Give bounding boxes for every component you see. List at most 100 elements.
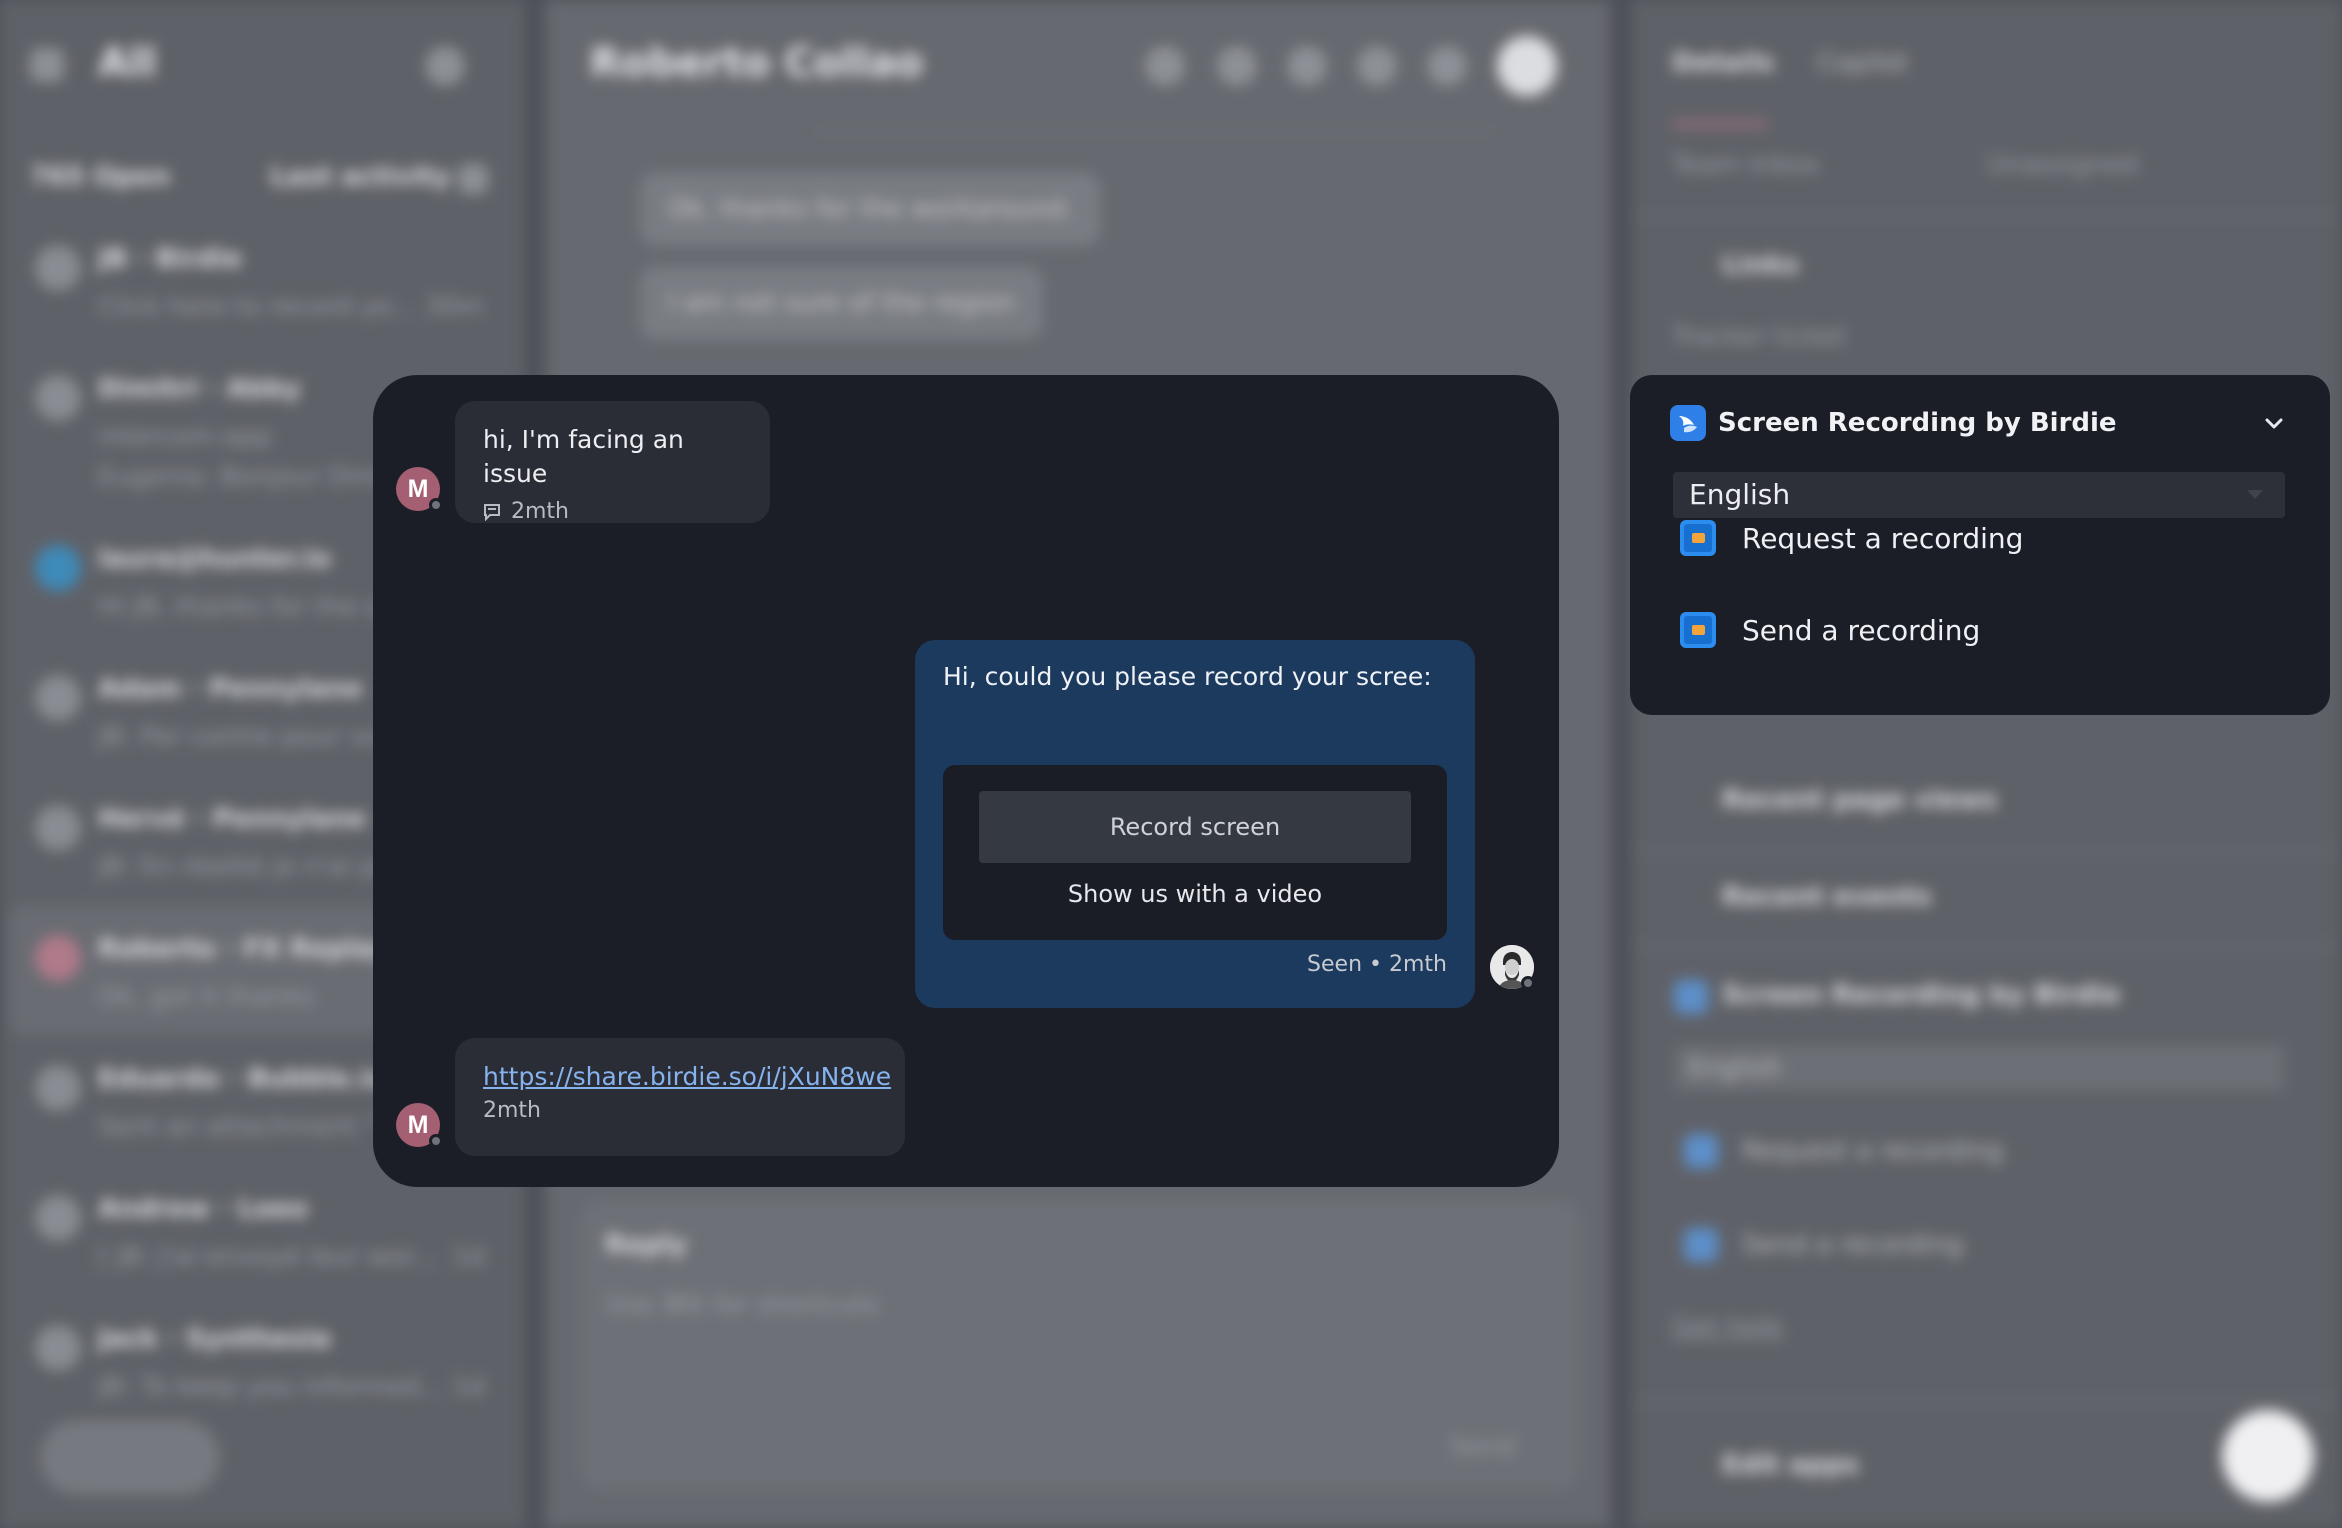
more-icon[interactable]: [1217, 46, 1257, 86]
conversation-time: 1d: [452, 1372, 486, 1402]
customer-message: hi, I'm facing an issue 2mth: [455, 401, 770, 524]
chat-bubble-icon: [484, 503, 500, 521]
seen-label: Seen: [1307, 952, 1363, 977]
message-meta: 2mth: [483, 499, 742, 524]
conversation-time: 30m: [425, 292, 484, 322]
birdie-logo-icon: [1674, 980, 1708, 1014]
app-section-title[interactable]: Screen Recording by Birdie: [1722, 980, 2121, 1010]
divider: [1632, 215, 2342, 217]
recent-events-section[interactable]: Recent events: [1722, 882, 1931, 912]
conversation-name[interactable]: Jack · Synthesia: [98, 1324, 331, 1354]
customer-message: https://share.birdie.so/i/jXuN8we 2mth: [455, 1038, 905, 1156]
tab-copilot[interactable]: Copilot: [1817, 48, 1908, 78]
conversation-name[interactable]: Andrew · Loeo: [98, 1194, 308, 1224]
assignee[interactable]: Unassigned: [1987, 150, 2138, 180]
conversation-preview: [ JB: J'ai envoyé leur wor...: [98, 1242, 438, 1272]
active-tab-indicator: [1672, 122, 1767, 126]
message-time: 2mth: [511, 499, 569, 524]
sort-order-icon[interactable]: [458, 164, 488, 194]
edit-apps-button[interactable]: Edit apps: [1722, 1450, 1859, 1480]
tracker-ticket: Tracker ticket: [1672, 322, 1847, 352]
avatar: [35, 675, 81, 721]
send-button[interactable]: Send: [1450, 1432, 1515, 1462]
message-bubble: I am not sure of the region: [640, 266, 1044, 340]
birdie-bird-glyph: [1679, 416, 1697, 433]
share-recording-link[interactable]: https://share.birdie.so/i/jXuN8we: [483, 1062, 891, 1091]
mail-icon[interactable]: [1287, 46, 1327, 86]
avatar: [35, 245, 81, 291]
birdie-app-panel: Screen Recording by Birdie English Reque…: [1630, 375, 2330, 715]
send-recording-action[interactable]: Send a recording: [1742, 1230, 1963, 1260]
conversation-name[interactable]: Dimitri · Abby: [98, 374, 301, 404]
divider: [815, 130, 1495, 132]
status-dot: [429, 1134, 443, 1148]
open-count[interactable]: 765 Open: [30, 162, 170, 192]
app-panel-title: Screen Recording by Birdie: [1718, 408, 2117, 438]
conversation-preview: Sent an attachment ": [98, 1112, 378, 1142]
conversation-preview: Ok, got it thanks: [98, 982, 315, 1012]
conversation-preview: intercom-app: [98, 422, 272, 452]
messenger-launcher-icon[interactable]: [2222, 1410, 2314, 1502]
status-dot: [429, 498, 443, 512]
conversation-name[interactable]: laura@hunter.io: [98, 544, 331, 574]
composer[interactable]: Reply Use ⌘K for shortcuts Send: [580, 1200, 1580, 1490]
tab-details[interactable]: Details: [1672, 48, 1775, 78]
agent-status-dot: [1521, 976, 1535, 990]
record-card: Record screen Show us with a video: [943, 765, 1447, 940]
team-inbox: Team Inbox: [1672, 150, 1821, 180]
record-icon: [1684, 1228, 1718, 1262]
conversation-name[interactable]: Eduardo · Bubble.io: [98, 1064, 386, 1094]
close-conversation-icon[interactable]: [1497, 36, 1557, 96]
conversation-time: 1d: [452, 1242, 486, 1272]
seen-time: 2mth: [1389, 952, 1447, 977]
view-switcher[interactable]: [40, 1420, 220, 1495]
conversation-name[interactable]: JB · Birdie: [98, 244, 242, 274]
message-meta: 2mth: [483, 1098, 877, 1123]
birdie-logo-icon: [1670, 405, 1706, 441]
record-subtitle: Show us with a video: [1067, 880, 1323, 908]
ticket-icon[interactable]: [1145, 46, 1185, 86]
conversation-preview: Hi JB, thanks for the q: [98, 592, 383, 622]
request-recording-action[interactable]: Request a recording: [1680, 513, 2023, 563]
separator-dot: •: [1369, 952, 1389, 977]
message-text: hi, I'm facing an issue: [483, 425, 684, 488]
divider: [1632, 850, 2342, 852]
language-select[interactable]: English: [1673, 472, 2285, 518]
send-recording-action[interactable]: Send a recording: [1680, 605, 1980, 655]
phone-icon[interactable]: [1357, 46, 1397, 86]
language-value: English: [1688, 1053, 1782, 1083]
avatar: [35, 1325, 81, 1371]
details-pane: Details Copilot Team Inbox Unassigned Li…: [1632, 0, 2342, 1528]
conversation-preview: JB: En réalité je n'ai pa: [98, 852, 392, 882]
seen-status: Seen • 2mth: [1307, 952, 1447, 977]
conversation-preview: JB: To keep you informed...: [98, 1372, 445, 1402]
composer-input[interactable]: Use ⌘K for shortcuts: [605, 1290, 879, 1320]
search-icon[interactable]: [425, 46, 465, 86]
avatar: [35, 1195, 81, 1241]
chevron-down-icon[interactable]: [2258, 407, 2290, 439]
snooze-icon[interactable]: [1427, 46, 1467, 86]
get-help-link[interactable]: Get help: [1672, 1312, 1783, 1342]
conversation-name[interactable]: Hervé · Pennylane: [98, 804, 366, 834]
request-recording-action[interactable]: Request a recording: [1742, 1136, 2003, 1166]
record-screen-button[interactable]: Record screen: [979, 791, 1411, 863]
conversation-preview: Eugenia: Bonjour Dimi: [98, 462, 389, 492]
links-section[interactable]: Links: [1722, 250, 1799, 280]
reply-dropdown[interactable]: Reply: [605, 1230, 687, 1260]
language-select[interactable]: English: [1674, 1045, 2284, 1091]
conversation-name[interactable]: Adam · Pennylane: [98, 674, 363, 704]
avatar: [35, 1065, 81, 1111]
conversation-preview: JB: Par contre pour vo: [98, 722, 381, 752]
agent-message-text: Hi, could you please record your scree:: [943, 662, 1432, 691]
conversation-name[interactable]: Roberto · FX Replay: [98, 934, 389, 964]
avatar: [35, 935, 81, 981]
divider: [1632, 945, 2342, 947]
sort-dropdown[interactable]: Last activity: [270, 162, 451, 192]
sidebar-toggle-icon[interactable]: [30, 48, 64, 82]
recent-page-views-section[interactable]: Recent page views: [1722, 785, 1997, 815]
record-icon: [1680, 520, 1716, 556]
avatar-initial: M: [407, 474, 429, 503]
avatar-initial: M: [407, 1110, 429, 1139]
avatar: [35, 805, 81, 851]
action-label: Send a recording: [1742, 613, 1981, 647]
